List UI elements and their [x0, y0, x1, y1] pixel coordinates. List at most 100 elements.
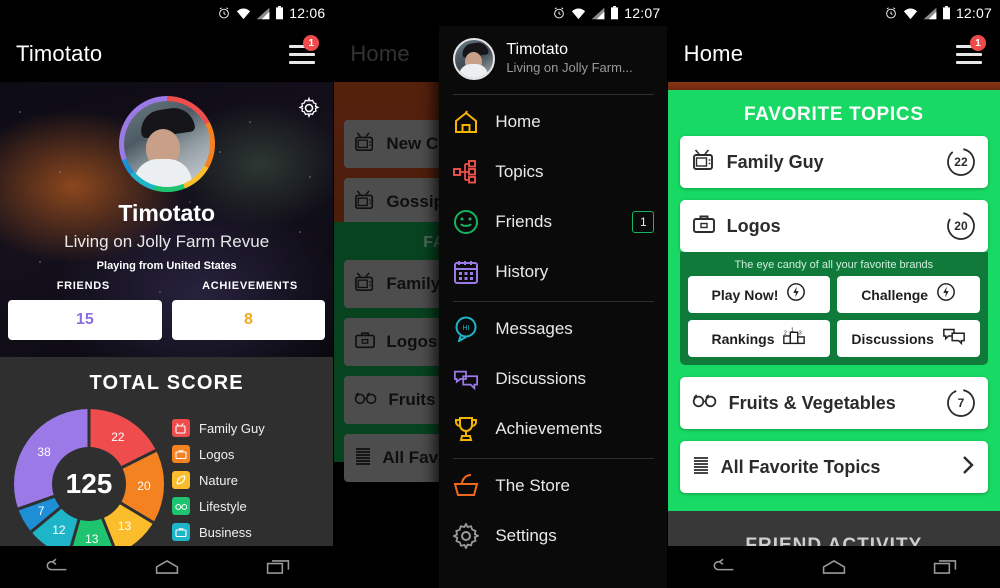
app-bar: Home 1 [667, 26, 1000, 82]
drawer-item-messages[interactable]: HI Messages [439, 304, 666, 354]
battery-icon [275, 6, 284, 20]
legend-label: Nature [199, 472, 239, 488]
topic-card-fruits-vegetables[interactable]: Fruits & Vegetables 7 [679, 377, 988, 429]
android-nav-bar [667, 546, 1000, 588]
score-count-ring: 22 [946, 147, 976, 177]
drawer-item-history[interactable]: History [439, 247, 666, 297]
drawer-item-friends[interactable]: Friends 1 [439, 197, 666, 247]
drawer-item-label: Messages [495, 319, 573, 338]
menu-line [955, 52, 982, 56]
leaf-icon [172, 471, 190, 489]
topic-count: 22 [954, 155, 968, 169]
drawer-item-label: Friends [495, 212, 553, 231]
donut-segment-label: 22 [111, 430, 125, 445]
drawer-item-label: The Store [495, 476, 570, 495]
play-now-button[interactable]: Play Now! [687, 276, 831, 313]
menu-button[interactable]: 1 [955, 35, 986, 66]
screenshot-root: 12:06 Timotato 1 Timotato Living on Joll… [0, 0, 1000, 588]
back-icon[interactable] [703, 553, 743, 581]
challenge-button[interactable]: Challenge [837, 276, 980, 313]
legend-item: Lifestyle [172, 493, 329, 519]
briefcase-icon [172, 523, 190, 541]
stats-labels: FRIENDS ACHIEVEMENTS [0, 280, 333, 292]
back-icon[interactable] [36, 553, 76, 581]
glasses-icon [172, 497, 190, 515]
signal-icon [923, 7, 937, 20]
status-clock: 12:07 [955, 5, 992, 21]
menu-button[interactable]: 1 [289, 35, 320, 66]
drawer-item-home[interactable]: Home [439, 97, 666, 147]
menu-line [289, 60, 316, 64]
battery-icon [942, 6, 951, 20]
legend-label: Business [199, 524, 252, 540]
divider [453, 458, 655, 459]
achievements-count-button[interactable]: 8 [171, 300, 326, 340]
drawer-menu: Home Topics Friends 1 History HI Messages Discu… [439, 97, 666, 561]
bolt-icon [936, 282, 956, 307]
messages-icon: HI [453, 316, 479, 342]
settings-gear-icon[interactable] [297, 96, 321, 120]
donut-segment-label: 7 [37, 504, 45, 519]
drawer-item-settings[interactable]: Settings [439, 511, 666, 561]
drawer-item-discussions[interactable]: Discussions [439, 354, 666, 404]
achievements-label: ACHIEVEMENTS [202, 280, 298, 292]
button-label: Challenge [861, 286, 929, 303]
profile-subtitle: Living on Jolly Farm Revue [64, 232, 270, 251]
battery-icon [610, 6, 619, 20]
home-nav-icon[interactable] [814, 553, 854, 581]
recents-icon[interactable] [925, 553, 965, 581]
history-icon [453, 259, 479, 285]
friends-count-button[interactable]: 15 [8, 300, 162, 340]
avatar-score-ring [118, 96, 215, 192]
menu-line [955, 60, 982, 64]
navigation-drawer: 12:07 Timotato Living on Jolly Farm... H… [439, 0, 667, 588]
topic-action-buttons: Play Now! Challenge Rankings 123 Discuss… [687, 276, 980, 357]
store-icon [453, 473, 479, 499]
total-score-title: TOTAL SCORE [89, 372, 244, 394]
friends-icon [453, 209, 479, 235]
topic-card-family-guy[interactable]: Family Guy 22 [679, 136, 988, 188]
legend-item: Logos [172, 441, 329, 467]
home-nav-icon[interactable] [147, 553, 187, 581]
list-icon [692, 455, 710, 480]
app-bar: Timotato 1 [0, 26, 334, 82]
wifi-icon [903, 7, 918, 20]
divider [453, 301, 655, 302]
status-bar: 12:06 [0, 0, 334, 26]
drawer-item-achievements[interactable]: Achievements [439, 404, 666, 454]
donut-segment-label: 20 [137, 479, 151, 494]
screen-profile: 12:06 Timotato 1 Timotato Living on Joll… [0, 0, 334, 588]
drawer-item-label: History [495, 262, 549, 281]
topic-label: Family Guy [726, 151, 824, 172]
android-nav-bar [0, 546, 334, 588]
rankings-button[interactable]: Rankings 123 [687, 320, 831, 357]
drawer-item-topics[interactable]: Topics [439, 147, 666, 197]
legend-label: Family Guy [199, 420, 265, 436]
all-favorite-topics-card[interactable]: All Favorite Topics [679, 441, 988, 493]
score-donut-chart[interactable]: 125 22 20 13 13 12 7 38 [14, 409, 164, 559]
screen-drawer: Home WHAT'S NEW New Clips Gossip FAVORIT… [333, 0, 667, 588]
avatar[interactable] [118, 96, 215, 192]
topic-card-logos[interactable]: Logos 20 [679, 200, 988, 252]
drawer-header[interactable]: Timotato Living on Jolly Farm... [439, 26, 666, 90]
donut-segment-label: 12 [52, 523, 66, 538]
donut-ring: 125 22 20 13 13 12 7 38 [14, 409, 164, 559]
chevron-right-icon [960, 454, 976, 481]
button-label: Discussions [851, 330, 934, 347]
svg-text:HI: HI [463, 325, 470, 332]
avatar[interactable] [453, 38, 496, 80]
donut-segment-label: 13 [117, 518, 132, 533]
status-clock: 12:06 [289, 5, 326, 21]
recents-icon[interactable] [258, 553, 298, 581]
stats-row: 15 8 [8, 300, 326, 340]
glasses-icon [692, 392, 718, 414]
button-label: Play Now! [711, 286, 779, 303]
signal-icon [591, 7, 605, 20]
drawer-item-the-store[interactable]: The Store [439, 461, 666, 511]
discussions-button[interactable]: Discussions [837, 320, 980, 357]
all-topics-label: All Favorite Topics [720, 456, 881, 477]
menu-badge: 1 [303, 35, 320, 51]
menu-line [289, 52, 316, 56]
discussions-icon [942, 326, 966, 351]
profile-location: Playing from United States [96, 260, 237, 272]
